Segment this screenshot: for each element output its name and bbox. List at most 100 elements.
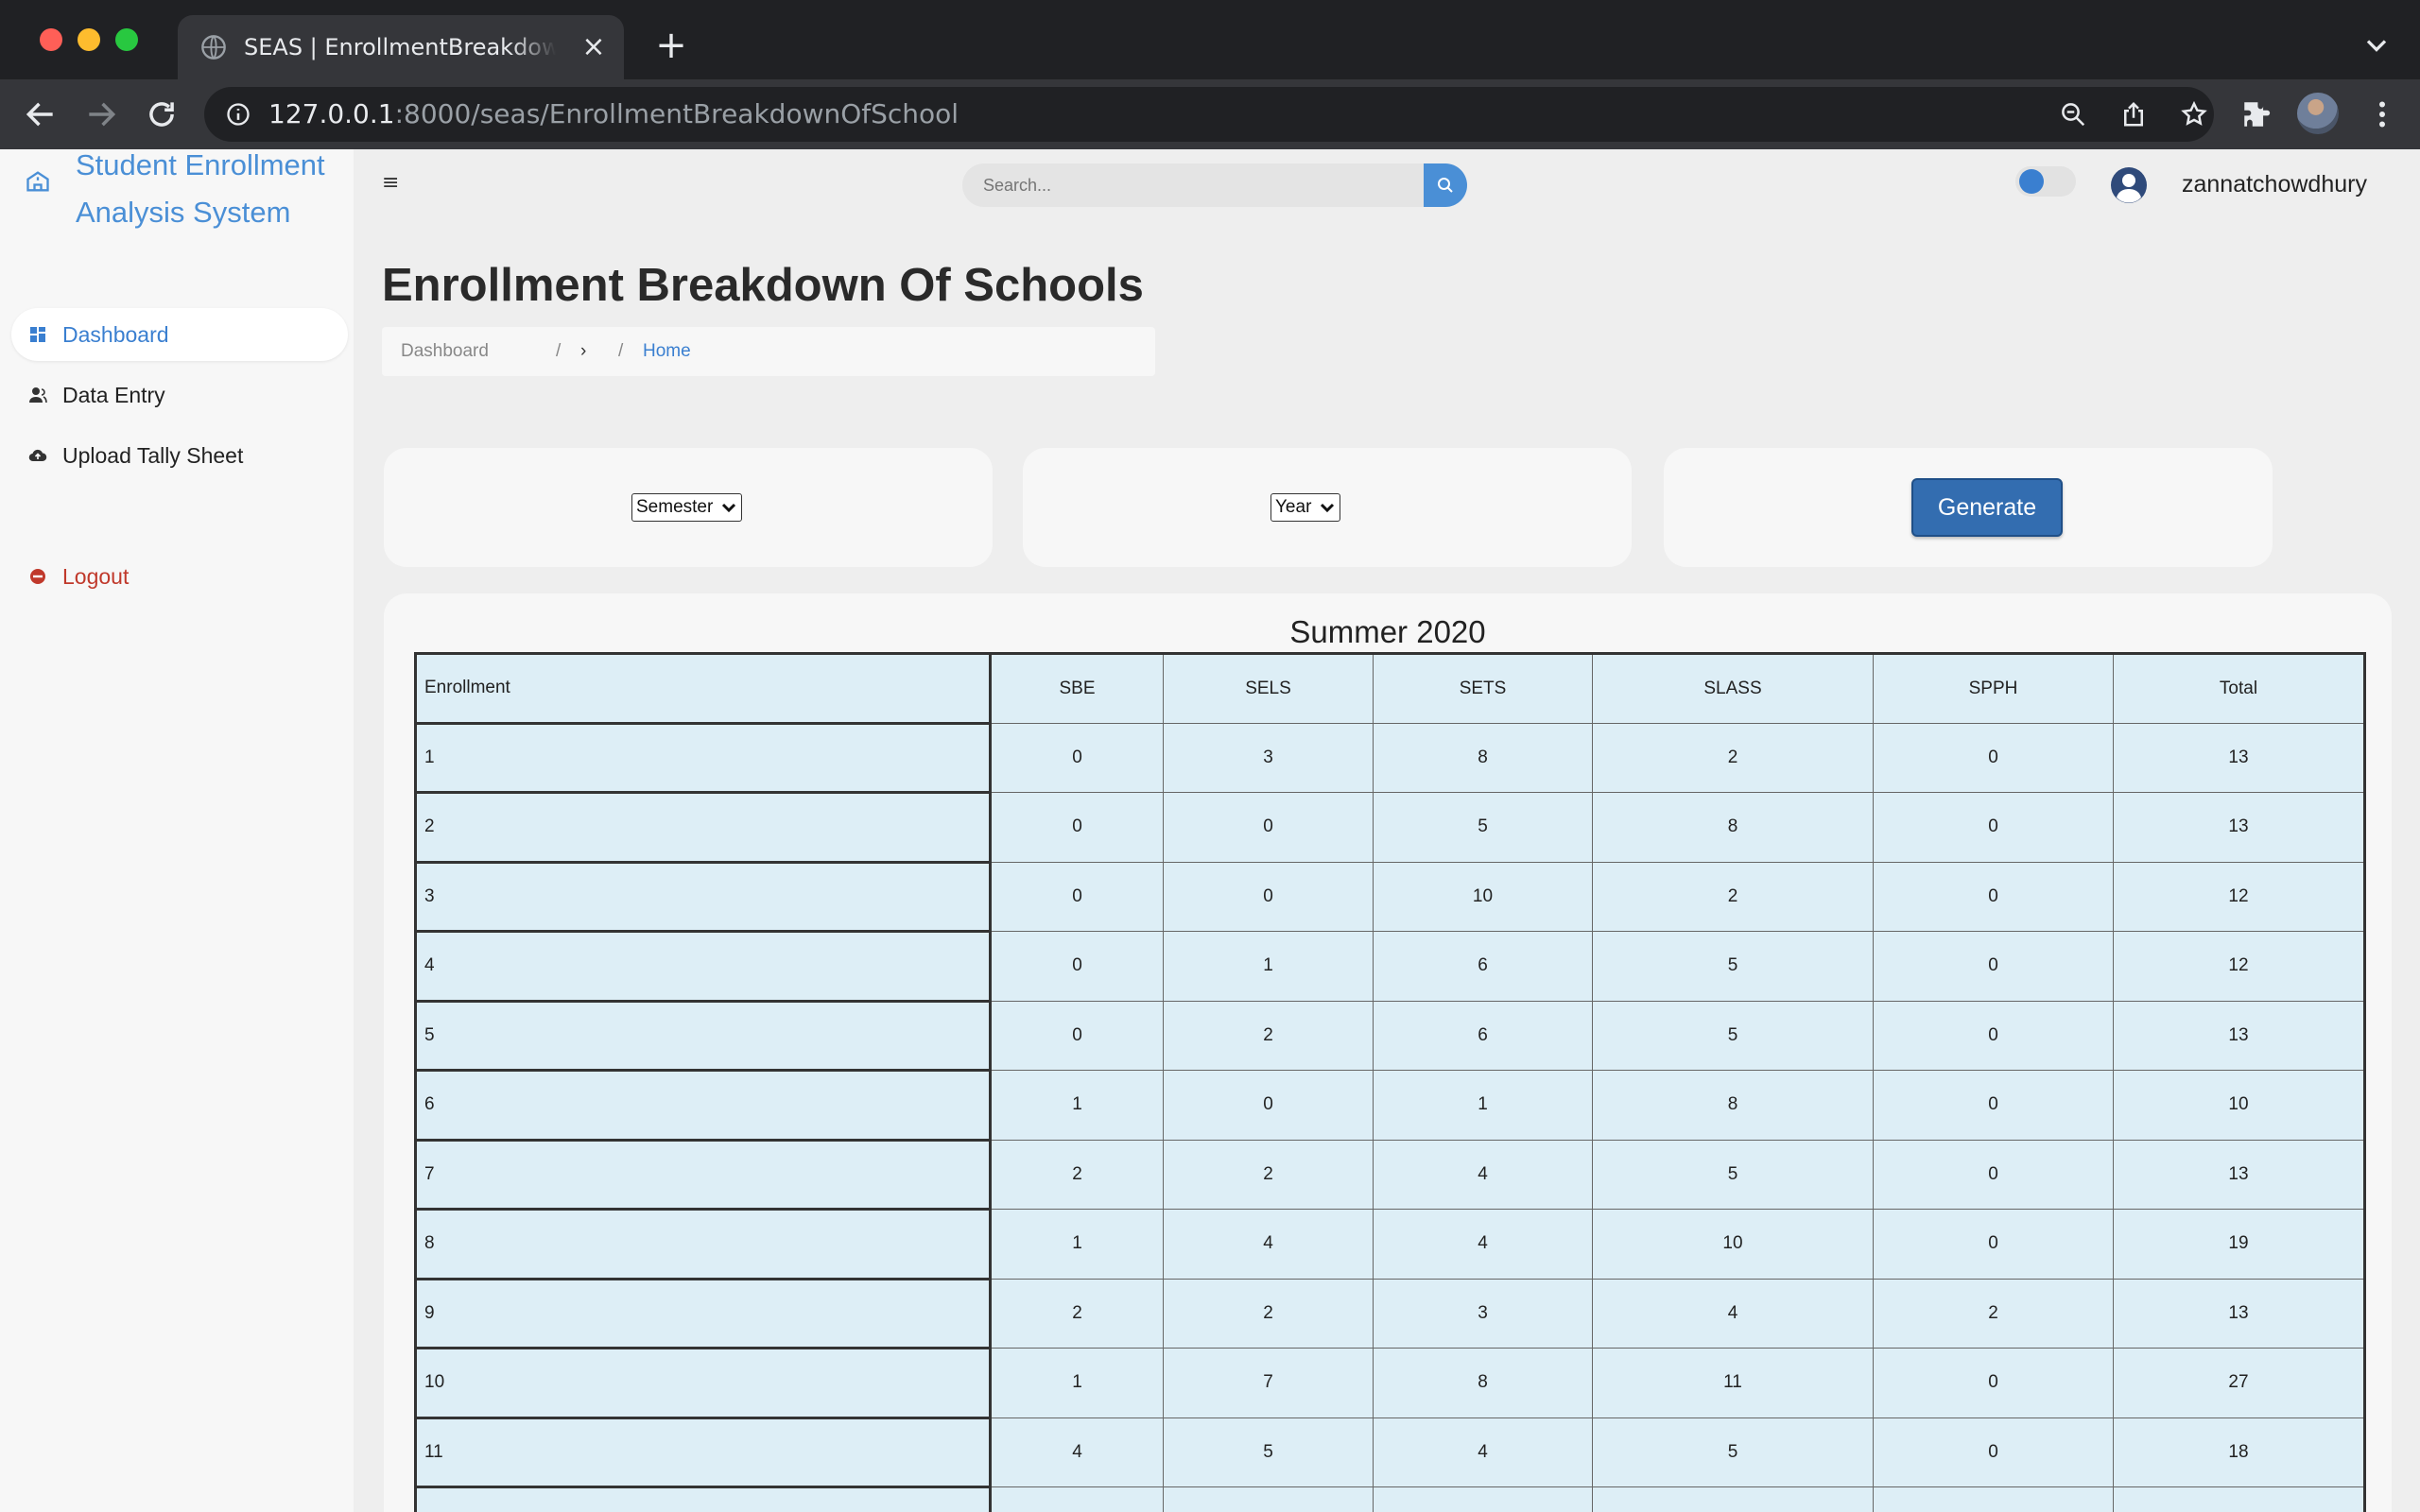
table-cell: 13 (2113, 1000, 2365, 1071)
table-cell: 0 (1163, 792, 1374, 863)
table-cell: 5 (1373, 792, 1593, 863)
extensions-puzzle-icon[interactable] (2240, 98, 2273, 130)
window-zoom-button[interactable] (115, 28, 138, 51)
table-cell: 1 (990, 1070, 1164, 1141)
table-cell: 13 (2113, 1278, 2365, 1349)
breadcrumb-dashboard[interactable]: Dashboard (401, 327, 489, 376)
new-tab-icon[interactable]: + (652, 26, 690, 64)
browser-tab[interactable]: SEAS | EnrollmentBreakdownOfSchool × (178, 15, 624, 79)
sidebar-item-label: Logout (62, 564, 130, 589)
sidebar-item-label: Dashboard (62, 322, 169, 347)
column-header: Total (2113, 653, 2365, 724)
url-text[interactable]: 127.0.0.1:8000/seas/EnrollmentBreakdownO… (268, 98, 959, 130)
chevron-down-icon (722, 503, 736, 513)
chevron-down-icon[interactable] (2360, 28, 2394, 62)
table-row: 9 2 2 3 4 2 13 (414, 1277, 2365, 1349)
window-close-button[interactable] (40, 28, 62, 51)
breadcrumb: Dashboard / › / Home (382, 327, 1155, 376)
table-cell: 0 (1873, 1000, 2114, 1071)
table-header-row: Enrollment SBE SELS SETS SLASS SPPH Tota… (414, 652, 2365, 725)
table-cell: 4 (1373, 1139, 1593, 1210)
table-cell: 1 (990, 1209, 1164, 1280)
sidebar-item-upload-tally-sheet[interactable]: Upload Tally Sheet (11, 429, 348, 482)
table-cell: 5 (1592, 1417, 1874, 1487)
sidebar-item-data-entry[interactable]: Data Entry (11, 369, 348, 421)
table-row: 3 0 0 10 2 0 12 (414, 860, 2365, 933)
browser-profile-avatar[interactable] (2297, 93, 2339, 134)
year-select[interactable]: Year (1270, 493, 1341, 522)
table-row (414, 1486, 2365, 1512)
username[interactable]: zannatchowdhury (2182, 168, 2367, 200)
generate-card: Generate (1664, 448, 2273, 567)
table-cell: 3 (1373, 1278, 1593, 1349)
table-cell: 6 (1373, 931, 1593, 1002)
table-cell: 13 (2113, 1139, 2365, 1210)
sidebar: Student Enrollment Analysis System Dashb… (0, 149, 354, 1512)
table-cell: 4 (1373, 1209, 1593, 1280)
table-cell: 8 (1373, 722, 1593, 793)
table-cell: 2 (1163, 1000, 1374, 1071)
toggle-knob (2019, 169, 2044, 194)
user-avatar-icon[interactable] (2110, 166, 2148, 204)
back-arrow-icon[interactable] (23, 96, 59, 132)
table-cell: 0 (1873, 931, 2114, 1002)
table-cell: 8 (1592, 1070, 1874, 1141)
forward-arrow-icon[interactable] (83, 96, 119, 132)
enrollment-cell: 5 (414, 999, 992, 1072)
window-minimize-button[interactable] (78, 28, 100, 51)
table-cell (2113, 1486, 2365, 1512)
sidebar-item-dashboard[interactable]: Dashboard (11, 308, 348, 361)
table-cell (1163, 1486, 1374, 1512)
tab-title: SEAS | EnrollmentBreakdownOfSchool (244, 34, 556, 60)
menu-toggle-icon[interactable]: ≡ (382, 173, 403, 194)
enrollment-cell: 8 (414, 1208, 992, 1280)
generate-button[interactable]: Generate (1911, 478, 2063, 537)
column-header: SPPH (1873, 653, 2114, 724)
cloud-upload-icon (28, 449, 47, 462)
breadcrumb-home[interactable]: Home (643, 327, 691, 376)
bookmark-star-icon[interactable] (2180, 100, 2208, 129)
logout-icon (30, 569, 45, 584)
table-cell: 1 (1163, 931, 1374, 1002)
table-cell: 10 (1592, 1209, 1874, 1280)
table-cell: 0 (1873, 1070, 2114, 1141)
table-cell: 2 (1873, 1278, 2114, 1349)
table-cell: 13 (2113, 722, 2365, 793)
info-icon[interactable] (225, 101, 251, 128)
table-cell: 19 (2113, 1209, 2365, 1280)
page-title: Enrollment Breakdown Of Schools (382, 260, 1144, 311)
table-cell: 0 (1873, 722, 2114, 793)
enrollment-cell (414, 1486, 992, 1512)
search-field[interactable] (962, 163, 1424, 207)
semester-select[interactable]: Semester (631, 493, 743, 522)
table-cell (1592, 1486, 1874, 1512)
sidebar-item-logout[interactable]: Logout (11, 550, 348, 603)
table-cell: 0 (1873, 792, 2114, 863)
table-cell: 1 (990, 1348, 1164, 1418)
table-cell: 8 (1373, 1348, 1593, 1418)
tab-close-icon[interactable]: × (579, 32, 609, 62)
table-body: 1 0 3 8 2 0 13 2 0 0 5 8 0 13 3 0 0 10 2 0 12 4 0 1 6 5 0 12 5 0 2 6 5 0 1… (414, 721, 2365, 1512)
share-icon[interactable] (2119, 100, 2148, 129)
search-input[interactable] (983, 171, 1399, 199)
zoom-icon[interactable] (2059, 100, 2087, 129)
semester-filter-card: Semester (384, 448, 993, 567)
table-cell: 0 (990, 1000, 1164, 1071)
table-row: 7 2 2 4 5 0 13 (414, 1138, 2365, 1211)
table-cell: 0 (1873, 1139, 2114, 1210)
sidebar-item-label: Data Entry (62, 383, 165, 407)
reload-icon[interactable] (144, 96, 180, 132)
search-button[interactable] (1424, 163, 1467, 207)
address-bar[interactable]: 127.0.0.1:8000/seas/EnrollmentBreakdownO… (204, 87, 2214, 142)
column-header: SLASS (1592, 653, 1874, 724)
breadcrumb-separator: / (556, 341, 562, 361)
more-vertical-icon[interactable] (2365, 96, 2399, 132)
theme-toggle[interactable] (2015, 166, 2076, 197)
table-cell: 11 (1592, 1348, 1874, 1418)
table-cell: 10 (2113, 1070, 2365, 1141)
brand-name[interactable]: Student Enrollment Analysis System (76, 149, 350, 236)
enrollment-cell: 9 (414, 1277, 992, 1349)
table-cell: 2 (1163, 1278, 1374, 1349)
table-cell: 0 (1873, 1209, 2114, 1280)
enrollment-cell: 6 (414, 1069, 992, 1142)
